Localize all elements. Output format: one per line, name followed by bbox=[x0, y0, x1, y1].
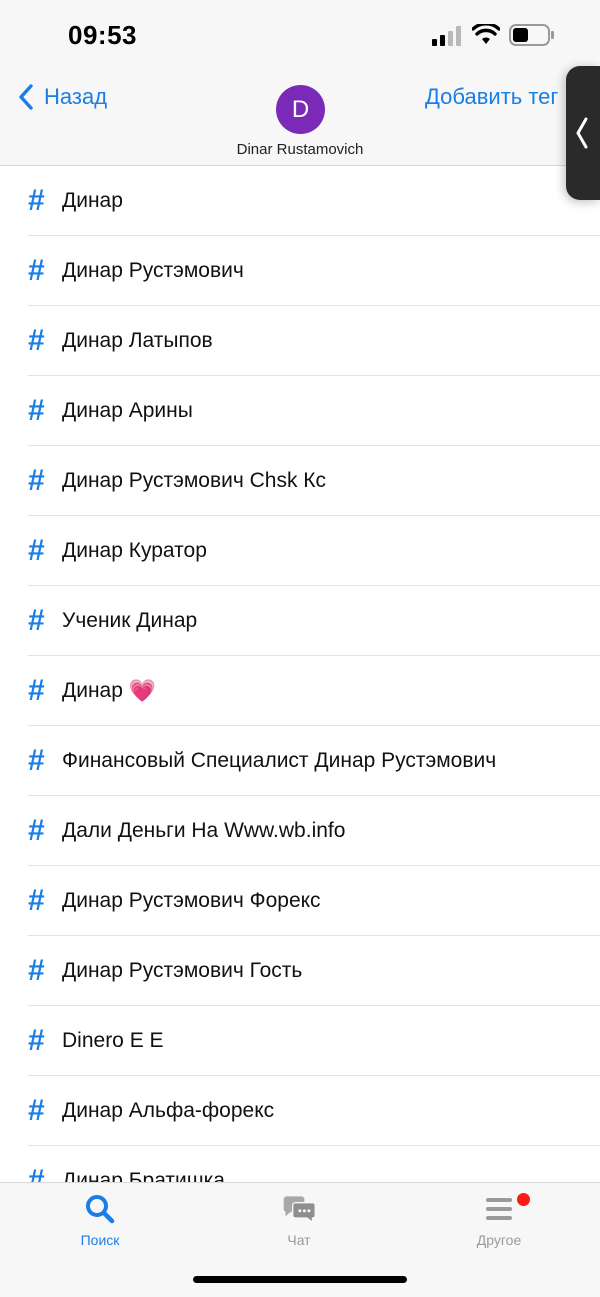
hashtag-icon: # bbox=[28, 674, 45, 707]
search-icon bbox=[86, 1195, 115, 1224]
tag-label: Dinero E E bbox=[62, 1029, 164, 1052]
tag-label: Динар Рустэмович Chsk Кс bbox=[62, 469, 327, 492]
hashtag-icon: # bbox=[28, 324, 45, 357]
back-button[interactable]: Назад bbox=[16, 82, 107, 112]
tag-label: Динар Братишка bbox=[62, 1169, 225, 1182]
tag-row[interactable]: # Динар 💗 bbox=[0, 656, 600, 726]
back-label: Назад bbox=[44, 84, 108, 109]
tag-label: Динар bbox=[62, 189, 123, 212]
tag-row[interactable]: # Dinero E E bbox=[0, 1006, 600, 1076]
tag-row[interactable]: # Динар Арины bbox=[0, 376, 600, 446]
hashtag-icon: # bbox=[28, 1094, 45, 1127]
chevron-left-icon bbox=[576, 117, 588, 149]
hashtag-icon: # bbox=[28, 884, 45, 917]
hashtag-icon: # bbox=[28, 954, 45, 987]
chat-bubbles-icon bbox=[283, 1196, 316, 1224]
tab-other-label: Другое bbox=[476, 1232, 522, 1248]
tab-chat-label: Чат bbox=[287, 1232, 311, 1248]
tag-label: Динар Куратор bbox=[62, 539, 207, 562]
hashtag-icon: # bbox=[28, 604, 45, 637]
navigation-bar: Назад D Dinar Rustamovich Добавить тег bbox=[0, 70, 600, 166]
add-tag-button[interactable]: Добавить тег bbox=[425, 84, 570, 110]
tag-row[interactable]: # Динар Рустэмович Форекс bbox=[0, 866, 600, 936]
tag-row[interactable]: # Динар Рустэмович Chsk Кс bbox=[0, 446, 600, 516]
tag-row[interactable]: # Дали Деньги На Www.wb.info bbox=[0, 796, 600, 866]
hashtag-icon: # bbox=[28, 534, 45, 567]
menu-icon bbox=[486, 1198, 512, 1220]
tag-label: Дали Деньги На Www.wb.info bbox=[62, 819, 346, 842]
tag-row[interactable]: # Финансовый Специалист Динар Рустэмович bbox=[0, 726, 600, 796]
hashtag-icon: # bbox=[28, 394, 45, 427]
hashtag-icon: # bbox=[28, 184, 45, 217]
tab-other[interactable]: Другое bbox=[439, 1191, 559, 1248]
tag-row[interactable]: # Динар Рустэмович Гость bbox=[0, 936, 600, 1006]
wifi-icon bbox=[472, 24, 500, 44]
notification-badge bbox=[517, 1193, 530, 1206]
tag-row[interactable]: # Динар bbox=[0, 166, 600, 236]
status-bar: 09:53 bbox=[0, 0, 600, 70]
tag-row[interactable]: # Динар Куратор bbox=[0, 516, 600, 586]
hashtag-icon: # bbox=[28, 254, 45, 287]
tag-label: Динар Рустэмович bbox=[62, 259, 244, 282]
tab-chat[interactable]: Чат bbox=[239, 1191, 359, 1248]
status-time: 09:53 bbox=[68, 20, 137, 50]
tag-label: Динар Арины bbox=[62, 399, 193, 422]
tag-label: Ученик Динар bbox=[62, 609, 198, 632]
tag-row[interactable]: # Динар Альфа-форекс bbox=[0, 1076, 600, 1146]
tag-label: Динар Латыпов bbox=[62, 329, 213, 352]
tag-label: Финансовый Специалист Динар Рустэмович bbox=[62, 749, 497, 772]
tab-search[interactable]: Поиск bbox=[40, 1191, 160, 1248]
hashtag-icon: # bbox=[28, 1164, 45, 1183]
side-panel-handle[interactable] bbox=[566, 66, 600, 200]
tag-row[interactable]: # Динар Братишка bbox=[0, 1146, 600, 1183]
avatar[interactable]: D bbox=[276, 85, 325, 134]
hashtag-icon: # bbox=[28, 814, 45, 847]
home-indicator bbox=[193, 1276, 407, 1283]
tag-row[interactable]: # Динар Латыпов bbox=[0, 306, 600, 376]
tag-label: Динар Альфа-форекс bbox=[62, 1099, 275, 1122]
contact-name[interactable]: Dinar Rustamovich bbox=[200, 141, 400, 158]
hashtag-icon: # bbox=[28, 744, 45, 777]
tag-row[interactable]: # Ученик Динар bbox=[0, 586, 600, 656]
hashtag-icon: # bbox=[28, 1024, 45, 1057]
tag-list: # Динар # Динар Рустэмович # Динар Латыпов … bbox=[0, 166, 600, 1182]
battery-icon bbox=[509, 24, 554, 46]
tag-label: Динар Рустэмович Форекс bbox=[62, 889, 321, 912]
tag-row[interactable]: # Динар Рустэмович bbox=[0, 236, 600, 306]
tag-label: Динар bbox=[62, 679, 123, 702]
tab-search-label: Поиск bbox=[80, 1232, 120, 1248]
chevron-left-icon bbox=[19, 84, 33, 110]
cellular-signal-icon bbox=[432, 26, 461, 46]
tag-label: Динар Рустэмович Гость bbox=[62, 959, 303, 982]
hashtag-icon: # bbox=[28, 464, 45, 497]
heart-emoji-icon: 💗 bbox=[128, 678, 157, 703]
